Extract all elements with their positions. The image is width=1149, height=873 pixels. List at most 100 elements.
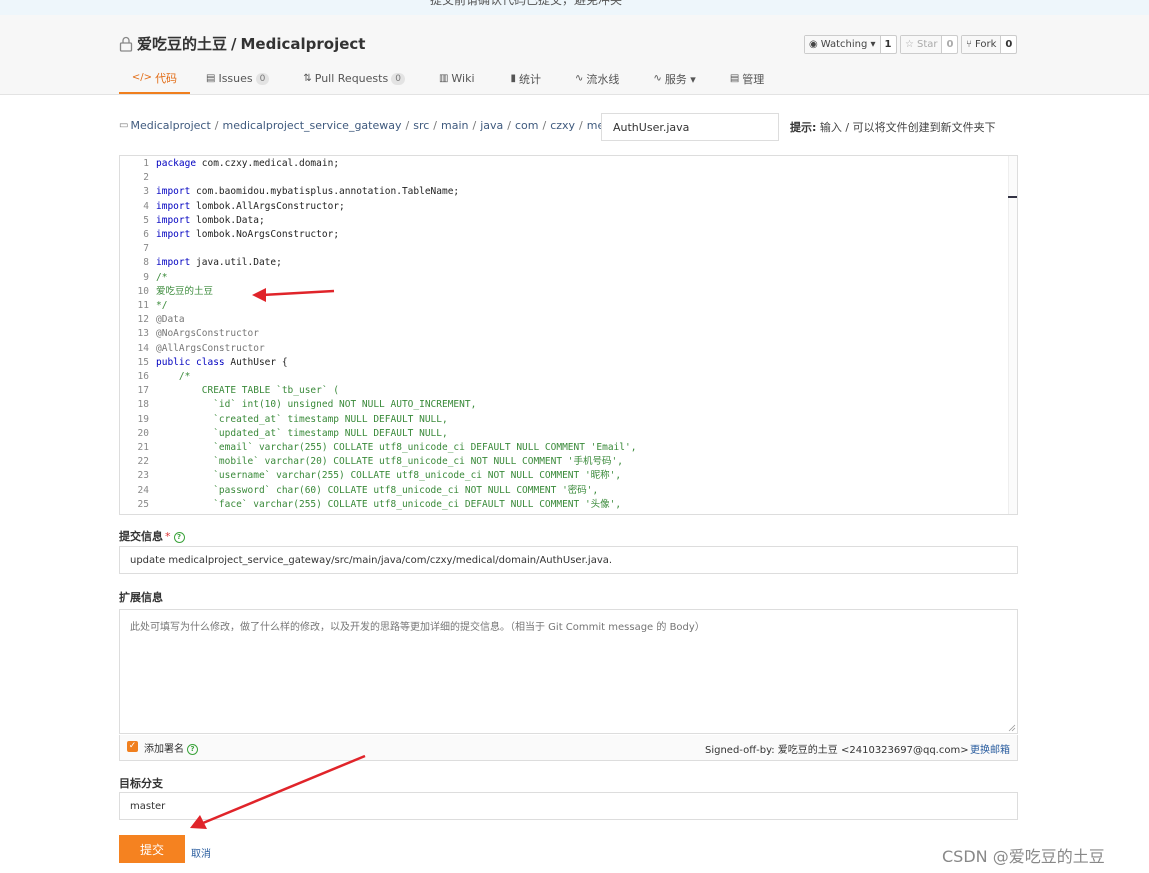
- tab-issues[interactable]: ▤ Issues 0: [196, 63, 279, 94]
- breadcrumb-folder[interactable]: java: [480, 119, 503, 132]
- line-number: 21: [137, 442, 149, 453]
- line-number: 2: [143, 172, 149, 184]
- fork-icon: ⑂: [966, 39, 972, 50]
- code-text: import lombok.Data;: [156, 214, 265, 226]
- code-text: import com.baomidou.mybatisplus.annotati…: [156, 186, 460, 198]
- stats-icon: ▮: [510, 73, 517, 84]
- editor-scrollbar[interactable]: [1008, 156, 1017, 514]
- code-text: @NoArgsConstructor: [156, 328, 259, 340]
- manage-icon: ▤: [729, 73, 740, 84]
- editor-scroll-marker: [1008, 196, 1017, 198]
- line-number: 24: [137, 484, 149, 496]
- breadcrumb-folder[interactable]: main: [441, 119, 468, 132]
- extended-info-label: 扩展信息: [119, 591, 163, 604]
- watching-label: Watching ▾: [820, 39, 876, 50]
- tab-stats[interactable]: ▮ 统计: [501, 63, 552, 94]
- code-text: `updated_at` timestamp NULL DEFAULT NULL…: [156, 427, 448, 439]
- filename-input[interactable]: [601, 113, 779, 141]
- watching-button[interactable]: ◉ Watching ▾ 1: [804, 35, 897, 54]
- code-editor[interactable]: 1 package com.czxy.medical.domain; 2 3 impor…: [119, 155, 1018, 515]
- submit-button[interactable]: 提交: [119, 835, 185, 863]
- services-icon: ∿: [653, 73, 662, 84]
- tab-code-label: 代码: [155, 71, 178, 85]
- fork-label: Fork: [975, 39, 997, 50]
- fork-button[interactable]: ⑂ Fork 0: [961, 35, 1018, 54]
- help-icon[interactable]: ?: [173, 531, 185, 543]
- fork-count: 0: [1000, 36, 1016, 53]
- breadcrumb-folder[interactable]: medicalproject_service_gateway: [223, 119, 402, 132]
- code-text: `mobile` varchar(20) COLLATE utf8_unicod…: [156, 456, 623, 468]
- tab-stats-label: 统计: [519, 72, 542, 86]
- pull-requests-badge: 0: [391, 72, 405, 85]
- target-branch-input[interactable]: [119, 792, 1018, 820]
- line-number: 6: [143, 229, 149, 240]
- code-text: */: [156, 300, 168, 311]
- code-text: public class AuthUser {: [156, 356, 288, 368]
- wiki-icon: ▥: [438, 73, 449, 84]
- hint-text: 输入 / 可以将文件创建到新文件夹下: [816, 121, 996, 134]
- code-text: package com.czxy.medical.domain;: [156, 158, 340, 169]
- breadcrumb-separator: /: [214, 119, 219, 132]
- line-number: 8: [143, 257, 149, 269]
- breadcrumb-separator: /: [472, 119, 477, 132]
- tab-services[interactable]: ∿ 服务 ▾: [643, 63, 705, 94]
- tab-wiki[interactable]: ▥ Wiki: [429, 63, 485, 94]
- repo-tabs: </> 代码 ▤ Issues 0 ⇅ Pull Requests 0 ▥ Wiki ▮ 统计…: [119, 63, 774, 94]
- change-email-link[interactable]: 更换邮箱: [970, 741, 1010, 756]
- extended-info-textarea[interactable]: [119, 609, 1018, 734]
- signoff-checkbox-label: 添加署名?: [144, 740, 198, 755]
- watching-count: 1: [879, 36, 896, 53]
- line-number: 1: [143, 158, 149, 169]
- code-text: `id` int(10) unsigned NOT NULL AUTO_INCR…: [156, 399, 477, 411]
- code-icon: </>: [131, 72, 153, 83]
- target-branch-label: 目标分支: [119, 777, 163, 790]
- pull-request-icon: ⇅: [303, 73, 312, 84]
- code-text: `created_at` timestamp NULL DEFAULT NULL…: [156, 413, 448, 425]
- breadcrumb-folder[interactable]: com: [515, 119, 539, 132]
- code-text: /*: [156, 271, 168, 283]
- cancel-link[interactable]: 取消: [191, 845, 211, 860]
- folder-icon: ▭: [119, 120, 129, 131]
- code-text: @AllArgsConstructor: [156, 342, 265, 354]
- signoff-bar: ✓ 添加署名? Signed-off-by: 爱吃豆的土豆 <241032369…: [119, 735, 1018, 761]
- tab-wiki-label: Wiki: [451, 72, 475, 85]
- tab-pipeline-label: 流水线: [586, 72, 620, 86]
- issues-icon: ▤: [206, 73, 216, 84]
- code-text: import lombok.AllArgsConstructor;: [156, 200, 345, 212]
- tab-code[interactable]: </> 代码: [119, 63, 190, 94]
- line-number: 13: [137, 328, 149, 340]
- tab-pull-requests[interactable]: ⇅ Pull Requests 0: [293, 63, 415, 94]
- lock-icon: [119, 36, 133, 52]
- signoff-text: Signed-off-by: 爱吃豆的土豆 <2410323697@qq.com…: [705, 745, 969, 756]
- line-number: 16: [137, 371, 149, 382]
- code-text: `password` char(60) COLLATE utf8_unicode…: [156, 484, 599, 496]
- signoff-checkbox[interactable]: ✓: [127, 741, 138, 752]
- star-button[interactable]: ☆ Star 0: [900, 35, 959, 54]
- repo-owner-link[interactable]: 爱吃豆的土豆: [137, 33, 227, 54]
- code-text: import java.util.Date;: [156, 257, 282, 269]
- tab-manage[interactable]: ▤ 管理: [720, 63, 774, 94]
- line-number: 20: [137, 427, 149, 439]
- breadcrumb-folder[interactable]: czxy: [550, 119, 575, 132]
- code-text: @Data: [156, 314, 185, 326]
- commit-message-input[interactable]: [119, 546, 1018, 574]
- line-number: 14: [137, 342, 149, 354]
- code-text: CREATE TABLE `tb_user` (: [156, 385, 340, 397]
- breadcrumb-folder[interactable]: src: [413, 119, 429, 132]
- line-number: 23: [137, 470, 149, 482]
- tab-pipeline[interactable]: ∿ 流水线: [565, 63, 629, 94]
- breadcrumb-repo[interactable]: Medicalproject: [130, 119, 210, 132]
- line-number: 9: [143, 271, 149, 283]
- line-number: 19: [137, 413, 149, 425]
- eye-icon: ◉: [809, 39, 818, 50]
- help-icon[interactable]: ?: [187, 743, 198, 755]
- resize-grip-icon[interactable]: [1008, 724, 1016, 732]
- line-number: 17: [137, 385, 149, 397]
- code-text: 爱吃豆的土豆: [156, 285, 214, 297]
- line-number: 11: [137, 300, 149, 311]
- tab-services-label: 服务 ▾: [664, 72, 696, 86]
- repo-name-link[interactable]: Medicalproject: [241, 35, 366, 53]
- line-number: 12: [137, 314, 149, 326]
- issues-badge: 0: [255, 72, 270, 85]
- top-notice-text: 提交前请确认代码已提交，避免冲突: [430, 0, 623, 7]
